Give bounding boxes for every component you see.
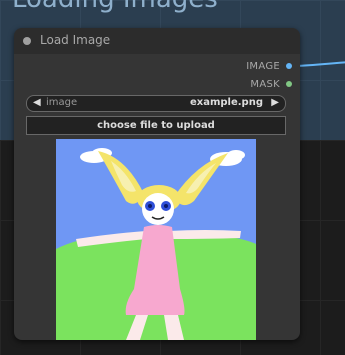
upload-button[interactable]: choose file to upload (26, 116, 286, 135)
output-image: IMAGE (246, 59, 292, 73)
image-select-combo[interactable]: ◀ image example.png ▶ (26, 95, 286, 112)
output-image-label: IMAGE (246, 60, 280, 72)
collapse-dot-icon[interactable] (23, 37, 31, 45)
image-preview (56, 139, 256, 340)
combo-value[interactable]: example.png (190, 97, 263, 108)
load-image-node[interactable]: Load Image IMAGE MASK ◀ image example.pn… (14, 28, 300, 340)
combo-right-arrow-icon[interactable]: ▶ (271, 97, 279, 108)
output-image-slot-icon[interactable] (286, 63, 292, 69)
group-title[interactable]: Loading Images (12, 0, 218, 14)
output-mask-slot-icon[interactable] (286, 81, 292, 87)
output-mask-label: MASK (250, 78, 280, 90)
combo-label: image (46, 97, 78, 108)
combo-left-arrow-icon[interactable]: ◀ (33, 97, 41, 108)
node-header[interactable]: Load Image (14, 28, 300, 54)
preview-drawing (56, 139, 256, 340)
output-mask: MASK (250, 77, 292, 91)
node-title: Load Image (40, 33, 111, 47)
workflow-canvas[interactable]: Loading Images Load Image IMAGE MASK ◀ i… (0, 0, 345, 355)
